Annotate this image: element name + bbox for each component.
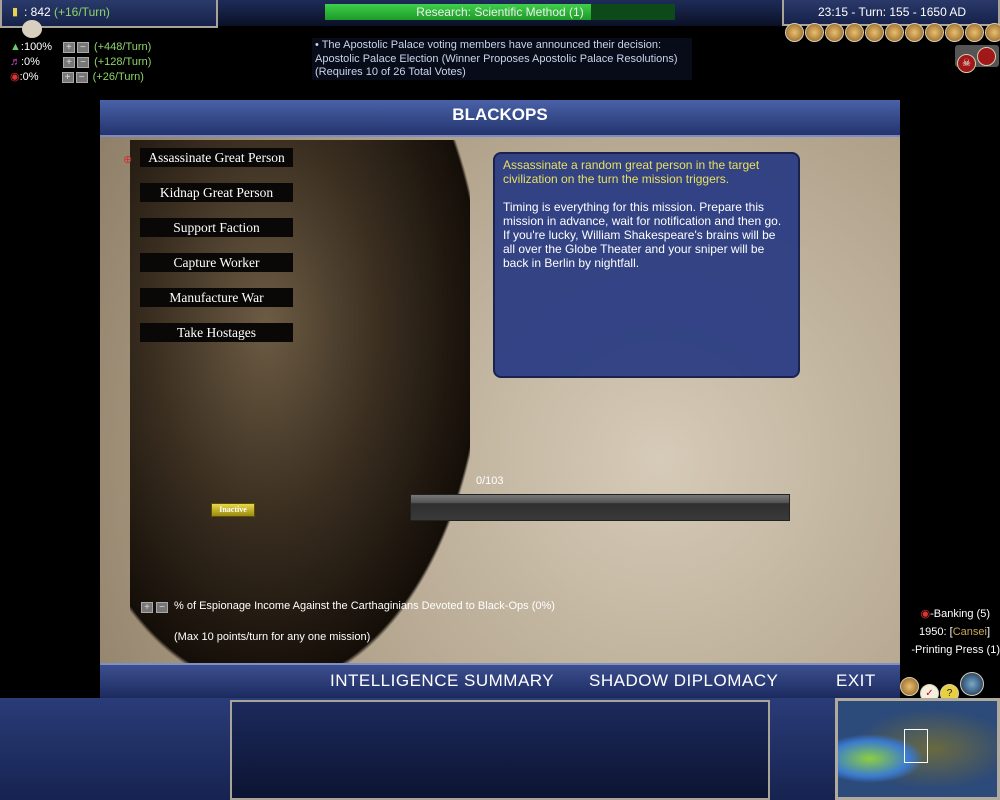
minimap[interactable]	[835, 698, 1000, 800]
unit-action-panel	[230, 700, 770, 800]
screen-title: BLACKOPS	[100, 100, 900, 137]
turn-clock: 23:15 - Turn: 155 - 1650 AD	[818, 5, 967, 19]
decrease-button[interactable]: −	[77, 56, 89, 68]
mission-support-faction[interactable]: Support Faction	[140, 218, 293, 237]
grid-toggle-icon[interactable]	[900, 677, 919, 696]
description-body: Timing is everything for this mission. P…	[503, 200, 782, 270]
espionage-income-label: % of Espionage Income Against the Cartha…	[174, 600, 555, 612]
domestic-advisor-icon[interactable]	[785, 23, 804, 42]
increase-button[interactable]: +	[61, 71, 74, 83]
description-summary: Assassinate a random great person in the…	[503, 158, 760, 186]
printing-press-progress: -Printing Press (1)	[911, 644, 1000, 656]
shadow-diplomacy-button[interactable]: SHADOW DIPLOMACY	[589, 671, 778, 691]
intelligence-summary-button[interactable]: INTELLIGENCE SUMMARY	[330, 671, 554, 691]
mission-progress-bar	[410, 494, 790, 521]
slider-culture: ♬:0% + − (+128/Turn)	[10, 56, 152, 68]
mission-take-hostages[interactable]: Take Hostages	[140, 323, 293, 342]
globe-search-icon[interactable]	[960, 672, 984, 696]
foreign-advisor-icon[interactable]	[845, 23, 864, 42]
blackops-screen: BLACKOPS ⊕ Assassinate Great Person Kidn…	[100, 100, 900, 698]
info-advisor-icon[interactable]	[965, 23, 984, 42]
decrease-button[interactable]: −	[76, 41, 89, 53]
victory-advisor-icon[interactable]	[945, 23, 964, 42]
financial-advisor-icon[interactable]	[805, 23, 824, 42]
minimap-viewport[interactable]	[904, 729, 928, 763]
side-events: ◉-Banking (5) 1950: [Cansei] -Printing P…	[903, 605, 1000, 659]
mission-description: Assassinate a random great person in the…	[493, 152, 800, 378]
military-advisor-icon[interactable]	[865, 23, 884, 42]
exit-button[interactable]: EXIT	[836, 671, 876, 691]
gold-icon: ▮	[12, 6, 19, 18]
commerce-sliders: ▲:100% + − (+448/Turn) ♬:0% + − (+128/Turn) …	[10, 40, 151, 85]
research-label: Research: Scientific Method (1)	[416, 5, 584, 19]
gold-rate: (+16/Turn)	[54, 5, 110, 19]
civics-advisor-icon[interactable]	[825, 23, 844, 42]
mission-capture-worker[interactable]: Capture Worker	[140, 253, 293, 272]
increase-blackops-button[interactable]: +	[141, 602, 153, 613]
espionage-fist-icon[interactable]	[977, 47, 996, 66]
mission-assassinate-great-person[interactable]: Assassinate Great Person	[140, 148, 293, 167]
banking-progress: ◉-Banking (5)	[920, 608, 990, 620]
gold-amount: : 842	[24, 5, 51, 19]
max-points-note: (Max 10 points/turn for any one mission)	[174, 631, 371, 643]
slider-espionage: ◉:0% + − (+26/Turn)	[10, 71, 144, 83]
mission-progress-label: 0/103	[476, 475, 504, 487]
event-message: • The Apostolic Palace voting members ha…	[312, 38, 692, 80]
mission-kidnap-great-person[interactable]: Kidnap Great Person	[140, 183, 293, 202]
edit-city-icon[interactable]	[22, 20, 42, 38]
mission-manufacture-war[interactable]: Manufacture War	[140, 288, 293, 307]
espionage-advisor-icon[interactable]	[985, 23, 1000, 42]
skull-icon[interactable]: ☠	[957, 54, 976, 73]
year-note: 1950: [Cansei]	[919, 626, 990, 638]
advisor-buttons	[785, 23, 1000, 45]
selected-mission-icon: ⊕	[123, 154, 133, 166]
mission-status-badge: Inactive	[211, 503, 255, 517]
technology-advisor-icon[interactable]	[885, 23, 904, 42]
espionage-buttons: ☠	[955, 45, 999, 73]
screen-footer: INTELLIGENCE SUMMARY SHADOW DIPLOMACY EX…	[100, 663, 900, 698]
decrease-button[interactable]: −	[75, 71, 88, 83]
increase-button[interactable]: +	[62, 41, 75, 53]
decrease-blackops-button[interactable]: −	[156, 602, 168, 613]
corporation-advisor-icon[interactable]	[925, 23, 944, 42]
increase-button[interactable]: +	[63, 56, 75, 68]
tech-icon: ◉	[920, 608, 931, 620]
research-bar[interactable]: Research: Scientific Method (1)	[325, 4, 675, 20]
religious-advisor-icon[interactable]	[905, 23, 924, 42]
slider-science: ▲:100% + − (+448/Turn)	[10, 41, 152, 53]
